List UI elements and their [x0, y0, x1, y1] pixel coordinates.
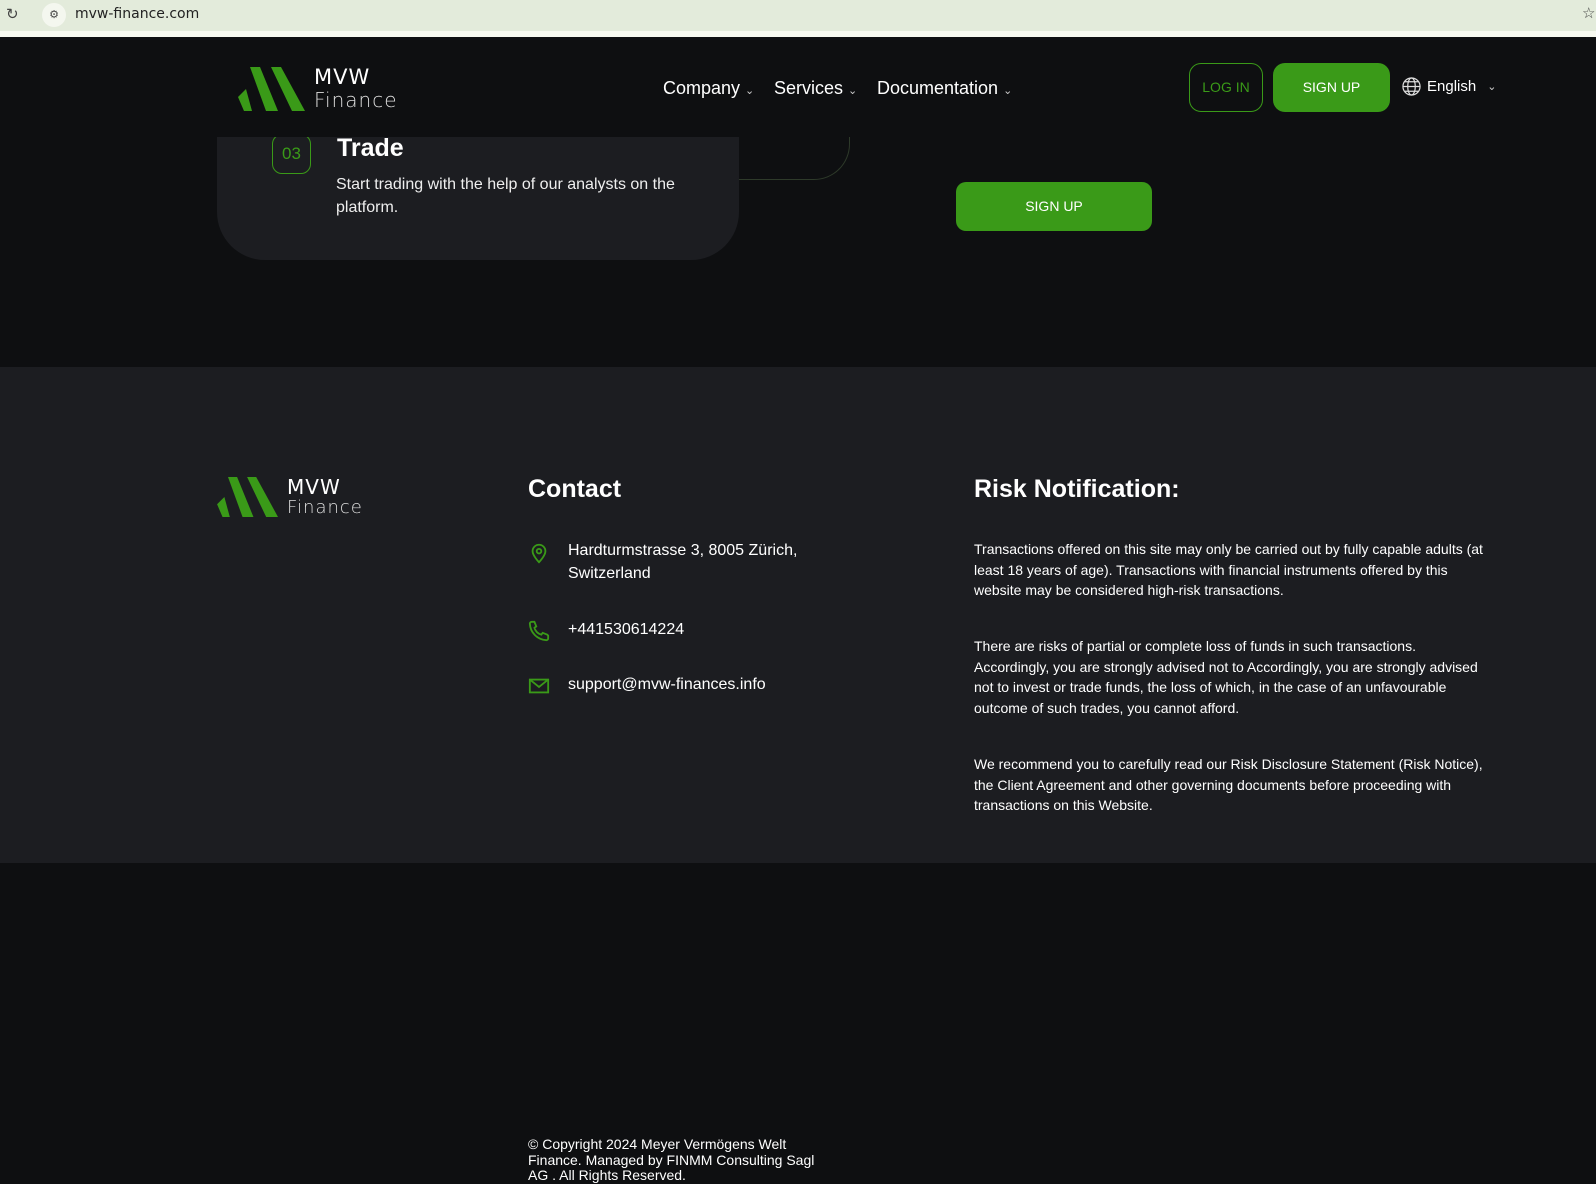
- url-text[interactable]: mvw-finance.com: [75, 6, 199, 22]
- logo-text-finance: Finance: [314, 88, 398, 112]
- map-pin-icon: [531, 543, 547, 564]
- language-selector[interactable]: English ⌄: [1402, 77, 1496, 96]
- site-header: MVW Finance Company ⌄ Services ⌄ Documenta…: [0, 37, 1596, 137]
- contact-address: Hardturmstrasse 3, 8005 Zürich, Switzerl…: [528, 539, 808, 585]
- signup-button[interactable]: SIGN UP: [1273, 63, 1390, 112]
- footer: MVW Finance Contact Hardturmstrasse 3, 8…: [0, 367, 1596, 1183]
- contact-heading: Contact: [528, 475, 622, 503]
- risk-paragraph: There are risks of partial or complete l…: [974, 638, 1478, 717]
- address-text: Hardturmstrasse 3, 8005 Zürich, Switzerl…: [568, 542, 798, 582]
- chevron-down-icon: ⌄: [848, 85, 858, 97]
- step-number-badge: 03: [272, 134, 311, 174]
- login-button[interactable]: LOG IN: [1189, 63, 1263, 112]
- risk-paragraph: We recommend you to carefully read our R…: [974, 756, 1483, 814]
- nav-company[interactable]: Company ⌄: [663, 78, 754, 99]
- logo-mark-icon: [217, 477, 278, 517]
- logo-text-mvw: MVW: [287, 475, 341, 499]
- language-label: English: [1427, 78, 1477, 95]
- risk-heading: Risk Notification:: [974, 475, 1180, 503]
- step-title: Trade: [337, 134, 404, 162]
- nav-company-label: Company: [663, 78, 741, 98]
- logo-mark-icon: [238, 67, 305, 111]
- reload-icon[interactable]: ↻: [6, 5, 19, 23]
- site-settings-icon[interactable]: ⚙: [42, 3, 66, 27]
- nav-documentation-label: Documentation: [877, 78, 999, 98]
- globe-icon: [1402, 77, 1421, 96]
- copyright-text: © Copyright 2024 Meyer Vermögens Welt Fi…: [528, 1136, 815, 1183]
- bookmark-star-icon[interactable]: ☆: [1582, 4, 1595, 22]
- chevron-down-icon: ⌄: [1003, 85, 1013, 97]
- cta-signup-button[interactable]: SIGN UP: [956, 182, 1152, 231]
- step-description: Start trading with the help of our analy…: [336, 176, 675, 216]
- contact-phone[interactable]: +441530614224: [528, 618, 684, 642]
- address-bar[interactable]: [38, 0, 1596, 31]
- chevron-down-icon: ⌄: [745, 85, 755, 97]
- email-text[interactable]: support@mvw-finances.info: [568, 673, 766, 697]
- nav-documentation[interactable]: Documentation ⌄: [877, 78, 1012, 99]
- phone-icon: [528, 620, 550, 642]
- browser-bar: ↻ ⚙ mvw-finance.com ☆: [0, 0, 1596, 37]
- logo-text-finance: Finance: [287, 497, 363, 518]
- risk-paragraph: Transactions offered on this site may on…: [974, 541, 1483, 599]
- phone-text[interactable]: +441530614224: [568, 618, 684, 642]
- nav-services[interactable]: Services ⌄: [774, 78, 857, 99]
- mail-icon: [528, 678, 550, 694]
- contact-email[interactable]: support@mvw-finances.info: [528, 673, 766, 697]
- nav-services-label: Services: [774, 78, 844, 98]
- logo-text-mvw: MVW: [314, 65, 371, 89]
- chevron-down-icon: ⌄: [1487, 81, 1497, 93]
